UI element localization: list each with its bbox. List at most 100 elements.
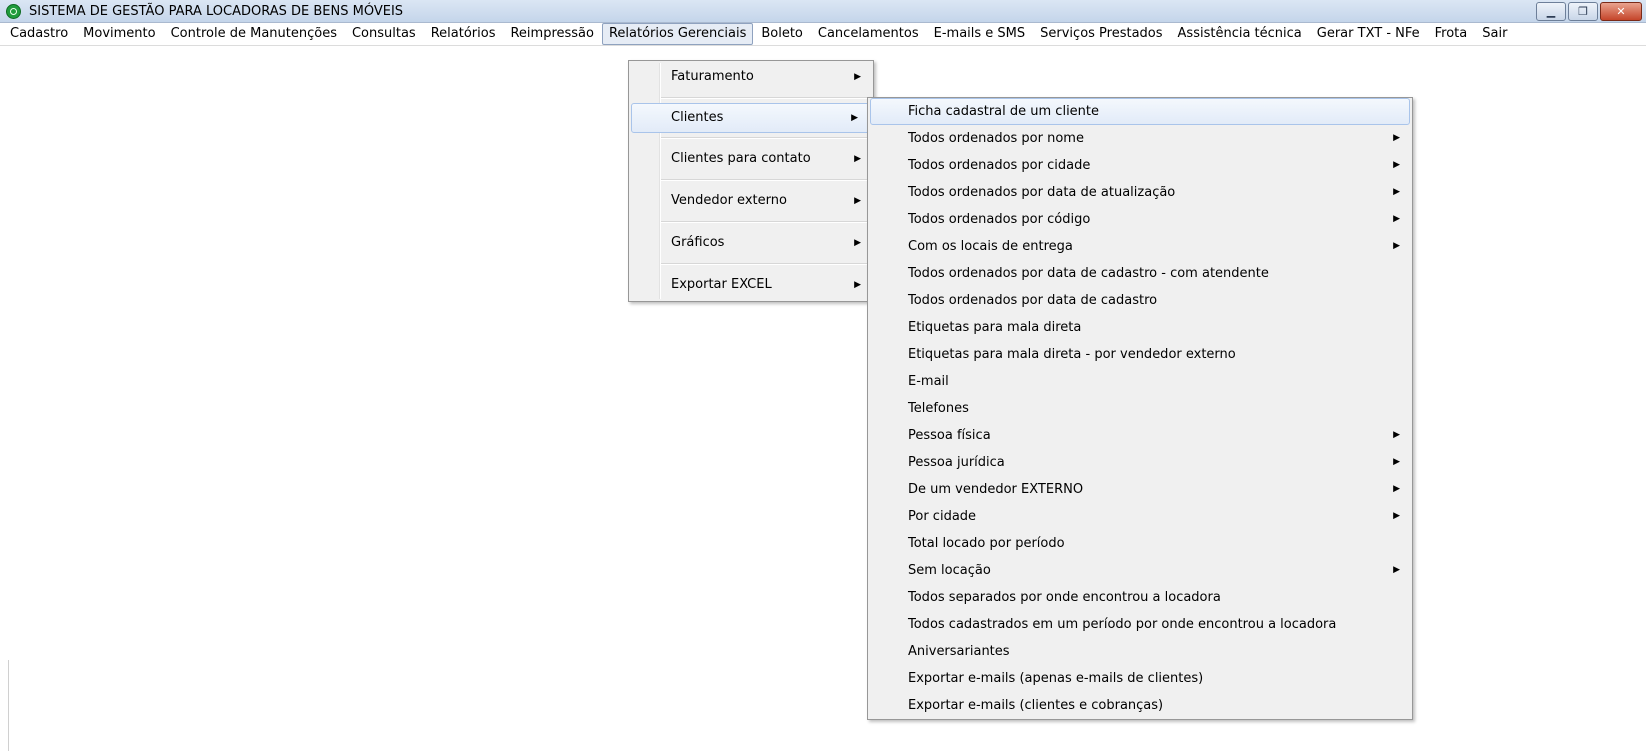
submenu-arrow-icon: ▶	[854, 196, 861, 206]
menu-item-label: Sem locação	[908, 563, 991, 578]
menu-cadastro[interactable]: Cadastro	[3, 23, 75, 45]
menu-item-label: Todos ordenados por data de atualização	[908, 185, 1176, 200]
menu-item-por-cidade[interactable]: Por cidade ▶	[868, 503, 1412, 530]
menu-item-separados-onde-encontrou[interactable]: Todos separados por onde encontrou a loc…	[868, 584, 1412, 611]
menu-item-exportar-emails-cobrancas[interactable]: Exportar e-mails (clientes e cobranças)	[868, 692, 1412, 719]
menu-item-ordenados-data-atualizacao[interactable]: Todos ordenados por data de atualização …	[868, 179, 1412, 206]
menu-item-label: Pessoa jurídica	[908, 455, 1005, 470]
menu-separator	[661, 221, 871, 223]
menu-item-label: E-mail	[908, 374, 949, 389]
menu-item-telefones[interactable]: Telefones	[868, 395, 1412, 422]
submenu-arrow-icon: ▶	[1393, 457, 1400, 467]
relatorios-gerenciais-dropdown: Faturamento ▶ Clientes ▶ Clientes para c…	[628, 60, 874, 302]
submenu-arrow-icon: ▶	[1393, 133, 1400, 143]
menu-assistencia-tecnica[interactable]: Assistência técnica	[1171, 23, 1309, 45]
maximize-button[interactable]: ❐	[1568, 2, 1598, 21]
menu-item-exportar-emails-clientes[interactable]: Exportar e-mails (apenas e-mails de clie…	[868, 665, 1412, 692]
menu-gerar-txt-nfe[interactable]: Gerar TXT - NFe	[1310, 23, 1427, 45]
menu-item-vendedor-externo[interactable]: Vendedor externo ▶	[629, 185, 873, 217]
menu-item-data-cadastro[interactable]: Todos ordenados por data de cadastro	[868, 287, 1412, 314]
submenu-arrow-icon: ▶	[854, 238, 861, 248]
menu-item-sem-locacao[interactable]: Sem locação ▶	[868, 557, 1412, 584]
app-icon	[6, 3, 21, 19]
menu-movimento[interactable]: Movimento	[76, 23, 162, 45]
menu-item-exportar-excel[interactable]: Exportar EXCEL ▶	[629, 269, 873, 301]
window-title: SISTEMA DE GESTÃO PARA LOCADORAS DE BENS…	[29, 3, 404, 19]
menu-item-label: Total locado por período	[908, 536, 1065, 551]
menu-item-label: Gráficos	[671, 235, 725, 250]
menu-item-label: Clientes	[671, 110, 724, 125]
submenu-arrow-icon: ▶	[1393, 214, 1400, 224]
submenu-arrow-icon: ▶	[1393, 484, 1400, 494]
menu-item-clientes-para-contato[interactable]: Clientes para contato ▶	[629, 143, 873, 175]
menu-item-label: De um vendedor EXTERNO	[908, 482, 1084, 497]
menu-emails-sms[interactable]: E-mails e SMS	[927, 23, 1033, 45]
menu-item-pessoa-fisica[interactable]: Pessoa física ▶	[868, 422, 1412, 449]
menu-item-label: Todos ordenados por data de cadastro	[908, 293, 1158, 308]
menu-item-label: Etiquetas para mala direta	[908, 320, 1082, 335]
submenu-arrow-icon: ▶	[854, 280, 861, 290]
menu-item-label: Aniversariantes	[908, 644, 1010, 659]
menu-controle-manutencoes[interactable]: Controle de Manutenções	[164, 23, 344, 45]
menu-servicos-prestados[interactable]: Serviços Prestados	[1033, 23, 1169, 45]
menu-item-label: Etiquetas para mala direta - por vendedo…	[908, 347, 1236, 362]
submenu-arrow-icon: ▶	[1393, 241, 1400, 251]
menu-item-ordenados-nome[interactable]: Todos ordenados por nome ▶	[868, 125, 1412, 152]
menu-item-email[interactable]: E-mail	[868, 368, 1412, 395]
menu-separator	[661, 137, 871, 139]
menu-item-ficha-cadastral[interactable]: Ficha cadastral de um cliente	[870, 98, 1410, 125]
menu-item-label: Ficha cadastral de um cliente	[908, 104, 1100, 119]
workspace-edge	[8, 660, 9, 751]
menu-item-label: Exportar e-mails (clientes e cobranças)	[908, 698, 1164, 713]
menu-boleto[interactable]: Boleto	[754, 23, 810, 45]
menu-reimpressao[interactable]: Reimpressão	[503, 23, 601, 45]
menu-relatorios-gerenciais[interactable]: Relatórios Gerenciais	[601, 23, 754, 45]
window-controls: ▁ ❐ ✕	[1536, 2, 1642, 21]
menu-item-label: Vendedor externo	[671, 193, 787, 208]
menu-relatorios[interactable]: Relatórios	[424, 23, 503, 45]
menu-item-faturamento[interactable]: Faturamento ▶	[629, 61, 873, 93]
menu-sair[interactable]: Sair	[1475, 23, 1514, 45]
menu-frota[interactable]: Frota	[1428, 23, 1475, 45]
menu-item-label: Todos cadastrados em um período por onde…	[908, 617, 1337, 632]
submenu-arrow-icon: ▶	[854, 154, 861, 164]
menu-item-label: Todos separados por onde encontrou a loc…	[908, 590, 1221, 605]
menu-item-pessoa-juridica[interactable]: Pessoa jurídica ▶	[868, 449, 1412, 476]
menu-item-label: Exportar EXCEL	[671, 277, 772, 292]
menu-item-total-locado-periodo[interactable]: Total locado por período	[868, 530, 1412, 557]
menu-item-label: Exportar e-mails (apenas e-mails de clie…	[908, 671, 1204, 686]
submenu-arrow-icon: ▶	[1393, 187, 1400, 197]
menu-item-cadastrados-periodo-onde-encontrou[interactable]: Todos cadastrados em um período por onde…	[868, 611, 1412, 638]
submenu-arrow-icon: ▶	[1393, 430, 1400, 440]
clientes-submenu: Ficha cadastral de um cliente Todos orde…	[867, 97, 1413, 720]
menu-item-graficos[interactable]: Gráficos ▶	[629, 227, 873, 259]
menu-item-vendedor-externo[interactable]: De um vendedor EXTERNO ▶	[868, 476, 1412, 503]
menu-item-label: Por cidade	[908, 509, 977, 524]
menu-item-etiquetas-vendedor-externo[interactable]: Etiquetas para mala direta - por vendedo…	[868, 341, 1412, 368]
menu-separator	[661, 263, 871, 265]
menu-item-ordenados-codigo[interactable]: Todos ordenados por código ▶	[868, 206, 1412, 233]
title-bar: SISTEMA DE GESTÃO PARA LOCADORAS DE BENS…	[0, 0, 1646, 23]
menu-item-data-cadastro-atendente[interactable]: Todos ordenados por data de cadastro - c…	[868, 260, 1412, 287]
submenu-arrow-icon: ▶	[854, 72, 861, 82]
menu-cancelamentos[interactable]: Cancelamentos	[811, 23, 926, 45]
submenu-arrow-icon: ▶	[851, 113, 858, 123]
menu-item-aniversariantes[interactable]: Aniversariantes	[868, 638, 1412, 665]
submenu-arrow-icon: ▶	[1393, 511, 1400, 521]
menu-item-label: Telefones	[908, 401, 969, 416]
menu-item-label: Clientes para contato	[671, 151, 811, 166]
menu-item-label: Todos ordenados por data de cadastro - c…	[908, 266, 1269, 281]
menu-item-ordenados-cidade[interactable]: Todos ordenados por cidade ▶	[868, 152, 1412, 179]
menu-item-label: Todos ordenados por cidade	[908, 158, 1091, 173]
menu-item-locais-entrega[interactable]: Com os locais de entrega ▶	[868, 233, 1412, 260]
minimize-button[interactable]: ▁	[1536, 2, 1566, 21]
menu-separator	[661, 97, 871, 99]
menu-item-label: Todos ordenados por código	[908, 212, 1091, 227]
menu-consultas[interactable]: Consultas	[345, 23, 423, 45]
menu-item-etiquetas-mala-direta[interactable]: Etiquetas para mala direta	[868, 314, 1412, 341]
menu-item-label: Com os locais de entrega	[908, 239, 1073, 254]
menu-bar: Cadastro Movimento Controle de Manutençõ…	[0, 23, 1646, 46]
menu-item-label: Todos ordenados por nome	[908, 131, 1084, 146]
menu-item-clientes[interactable]: Clientes ▶	[631, 103, 871, 133]
close-button[interactable]: ✕	[1600, 2, 1642, 21]
